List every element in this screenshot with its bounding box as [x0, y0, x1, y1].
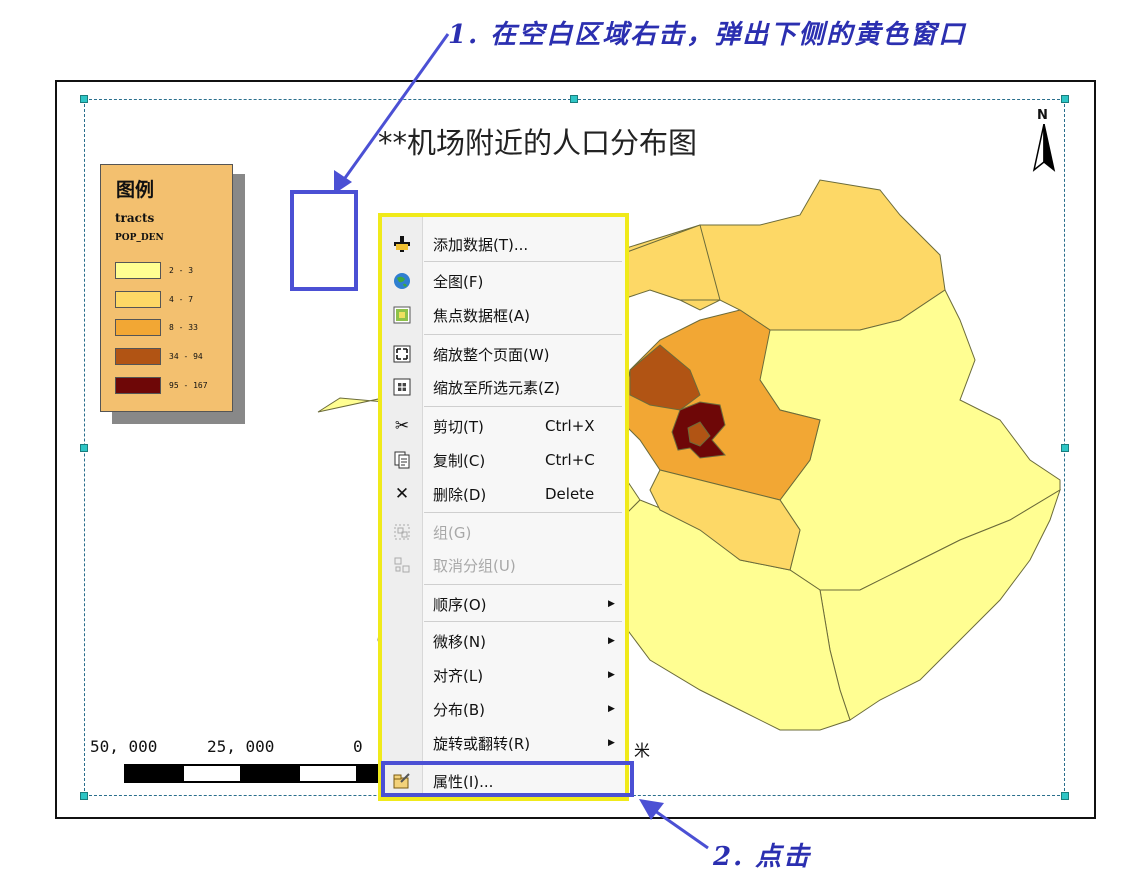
legend-class: 34 - 94 [115, 347, 203, 365]
legend[interactable]: 图例 tracts POP_DEN 2 - 3 4 - 7 8 - 33 34 … [100, 164, 233, 412]
menu-item-label: 顺序(O) [433, 595, 487, 614]
menu-item-label: 组(G) [433, 523, 472, 542]
legend-title: 图例 [116, 179, 155, 201]
scissors-icon: ✂ [394, 416, 410, 436]
north-label: N [1037, 108, 1048, 123]
add-data-icon [392, 234, 412, 254]
scalebar-segment [124, 764, 184, 783]
menu-item-copy[interactable]: 复制(C) Ctrl+C [382, 445, 625, 475]
legend-class: 2 - 3 [115, 261, 193, 279]
menu-item-label: 删除(D) [433, 485, 487, 504]
copy-icon [392, 450, 412, 470]
menu-item-shortcut: Delete [545, 485, 595, 503]
legend-class-label: 8 - 33 [169, 322, 198, 332]
blank-area-highlight-box [290, 190, 358, 291]
legend-class: 4 - 7 [115, 290, 193, 308]
legend-class-label: 34 - 94 [169, 351, 203, 361]
menu-separator [424, 584, 622, 585]
menu-item-shortcut: Ctrl+X [545, 417, 595, 435]
menu-separator [424, 261, 622, 262]
menu-item-label: 添加数据(T)... [433, 235, 529, 254]
scale-label-25000: 25, 000 [207, 737, 275, 756]
menu-item-label: 取消分组(U) [433, 556, 516, 575]
menu-item-label: 对齐(L) [433, 666, 484, 685]
legend-field-name: POP_DEN [115, 233, 164, 243]
resize-handle-w[interactable] [80, 444, 88, 452]
scale-label-0: 0 [353, 737, 363, 756]
menu-item-order[interactable]: 顺序(O) ▶ [382, 589, 625, 619]
menu-item-shortcut: Ctrl+C [545, 451, 595, 469]
menu-item-label: 复制(C) [433, 451, 486, 470]
resize-handle-sw[interactable] [80, 792, 88, 800]
menu-separator [424, 406, 622, 407]
legend-class: 95 - 167 [115, 376, 208, 394]
map-title: **机场附近的人口分布图 [378, 126, 698, 160]
legend-swatch [115, 347, 161, 365]
menu-item-rotate-flip[interactable]: 旋转或翻转(R) ▶ [382, 728, 625, 758]
menu-item-align[interactable]: 对齐(L) ▶ [382, 660, 625, 690]
menu-separator [424, 621, 622, 622]
legend-swatch [115, 261, 161, 279]
legend-class: 8 - 33 [115, 318, 198, 336]
menu-item-label: 旋转或翻转(R) [433, 734, 531, 753]
properties-highlight-box [381, 761, 634, 797]
delete-x-icon: ✕ [394, 484, 410, 504]
menu-item-label: 分布(B) [433, 700, 485, 719]
submenu-arrow-icon: ▶ [608, 636, 615, 646]
menu-item-add-data[interactable]: 添加数据(T)... [382, 229, 625, 259]
menu-item-label: 缩放至所选元素(Z) [433, 378, 560, 397]
legend-class-label: 4 - 7 [169, 294, 194, 304]
group-icon [392, 522, 412, 542]
menu-item-label: 微移(N) [433, 632, 486, 651]
menu-item-cut[interactable]: ✂ 剪切(T) Ctrl+X [382, 411, 625, 441]
menu-item-label: 焦点数据框(A) [433, 306, 530, 325]
menu-item-group: 组(G) [382, 517, 625, 547]
menu-item-zoom-whole-page[interactable]: 缩放整个页面(W) [382, 339, 625, 369]
menu-separator [424, 512, 622, 513]
menu-item-distribute[interactable]: 分布(B) ▶ [382, 694, 625, 724]
scale-unit: 米 [634, 741, 651, 760]
legend-swatch [115, 376, 161, 394]
menu-item-label: 全图(F) [433, 272, 484, 291]
north-arrow: N [1030, 108, 1058, 172]
submenu-arrow-icon: ▶ [608, 704, 615, 714]
submenu-arrow-icon: ▶ [608, 599, 615, 609]
menu-separator [424, 334, 622, 335]
north-arrow-icon [1032, 124, 1056, 172]
menu-item-label: 缩放整个页面(W) [433, 345, 550, 364]
menu-item-delete[interactable]: ✕ 删除(D) Delete [382, 479, 625, 509]
zoom-whole-page-icon [392, 344, 412, 364]
scalebar-segment [356, 764, 380, 783]
resize-handle-ne[interactable] [1061, 95, 1069, 103]
menu-item-label: 剪切(T) [433, 417, 484, 436]
menu-item-ungroup: 取消分组(U) [382, 550, 625, 580]
scalebar-segment [182, 764, 242, 783]
scale-label-50000: 50, 000 [90, 737, 158, 756]
menu-item-focus-data-frame[interactable]: 焦点数据框(A) [382, 300, 625, 330]
zoom-selected-elements-icon [392, 377, 412, 397]
submenu-arrow-icon: ▶ [608, 670, 615, 680]
context-menu[interactable]: 添加数据(T)... 全图(F) 焦点数据框(A) 缩放整个页面(W) 缩放至所… [378, 213, 629, 801]
menu-item-nudge[interactable]: 微移(N) ▶ [382, 626, 625, 656]
resize-handle-e[interactable] [1061, 444, 1069, 452]
full-extent-globe-icon [392, 271, 412, 291]
submenu-arrow-icon: ▶ [608, 738, 615, 748]
legend-swatch [115, 318, 161, 336]
legend-layer-name: tracts [115, 211, 155, 225]
legend-class-label: 2 - 3 [169, 265, 194, 275]
legend-class-label: 95 - 167 [169, 380, 208, 390]
scalebar-segment [298, 764, 358, 783]
menu-item-zoom-selected[interactable]: 缩放至所选元素(Z) [382, 372, 625, 402]
resize-handle-se[interactable] [1061, 792, 1069, 800]
menu-item-full-extent[interactable]: 全图(F) [382, 266, 625, 296]
legend-swatch [115, 290, 161, 308]
resize-handle-nw[interactable] [80, 95, 88, 103]
scalebar-segment [240, 764, 300, 783]
focus-data-frame-icon [392, 305, 412, 325]
resize-handle-n[interactable] [570, 95, 578, 103]
ungroup-icon [392, 555, 412, 575]
